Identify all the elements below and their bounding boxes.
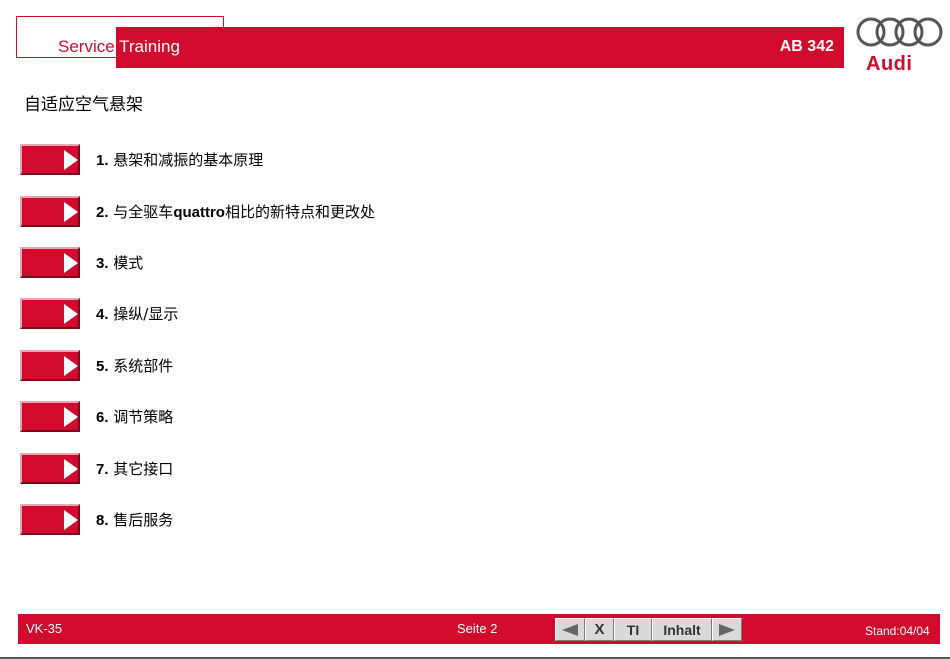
document-code: AB 342 — [779, 38, 834, 55]
menu-item-label[interactable]: 7. 其它接口 — [96, 459, 173, 480]
arrow-right-icon — [719, 623, 735, 636]
menu-item-text-suffix: 相比的新特点和更改处 — [224, 203, 375, 221]
play-arrow-icon — [64, 253, 78, 273]
menu-item-4[interactable]: 4. 操纵/显示 — [20, 298, 520, 330]
menu-item-text-bold: quattro — [173, 204, 225, 221]
menu-item-3[interactable]: 3. 模式 — [20, 247, 520, 279]
previous-button[interactable] — [555, 618, 585, 641]
menu-item-text: 与全驱车 — [113, 203, 174, 221]
menu-arrow-button[interactable] — [20, 298, 80, 329]
menu-item-label[interactable]: 8. 售后服务 — [96, 510, 173, 531]
slide-navigation: X TI Inhalt — [555, 618, 742, 641]
arrow-left-icon — [562, 623, 578, 636]
play-arrow-icon — [64, 202, 78, 222]
menu-item-number: 3. — [96, 255, 109, 272]
menu-item-number: 5. — [96, 358, 109, 375]
menu-arrow-button[interactable] — [20, 504, 80, 535]
audi-brand-text: Audi — [866, 53, 913, 75]
menu-item-number: 2. — [96, 204, 109, 221]
menu-item-number: 8. — [96, 512, 109, 529]
page-number: Seite 2 — [457, 621, 498, 636]
menu-item-6[interactable]: 6. 调节策略 — [20, 401, 520, 433]
menu-item-text: 系统部件 — [113, 357, 174, 375]
menu-arrow-button[interactable] — [20, 247, 80, 278]
menu-item-label[interactable]: 4. 操纵/显示 — [96, 304, 178, 325]
menu-item-text: 售后服务 — [113, 511, 174, 529]
menu-item-label[interactable]: 2. 与全驱车quattro相比的新特点和更改处 — [96, 202, 375, 223]
service-word: Service — [58, 37, 115, 56]
menu-arrow-button[interactable] — [20, 453, 80, 484]
menu-item-text: 调节策略 — [113, 408, 174, 426]
menu-item-number: 4. — [96, 306, 109, 323]
menu-item-text: 其它接口 — [113, 460, 174, 478]
menu-item-text: 悬架和减振的基本原理 — [113, 151, 264, 169]
header-bar — [116, 27, 844, 68]
menu-item-text: 操纵/显示 — [113, 305, 179, 323]
menu-item-7[interactable]: 7. 其它接口 — [20, 453, 520, 485]
ti-button[interactable]: TI — [614, 618, 652, 641]
page-title: 自适应空气悬架 — [24, 95, 143, 115]
status-date: Stand:04/04 — [865, 624, 930, 638]
menu-item-number: 7. — [96, 461, 109, 478]
close-button[interactable]: X — [585, 618, 614, 641]
menu-arrow-button[interactable] — [20, 144, 80, 175]
play-arrow-icon — [64, 407, 78, 427]
menu-item-1[interactable]: 1. 悬架和减振的基本原理 — [20, 144, 520, 176]
menu-item-label[interactable]: 3. 模式 — [96, 253, 143, 274]
menu-item-8[interactable]: 8. 售后服务 — [20, 504, 520, 536]
play-arrow-icon — [64, 459, 78, 479]
menu-arrow-button[interactable] — [20, 196, 80, 227]
menu-item-2[interactable]: 2. 与全驱车quattro相比的新特点和更改处 — [20, 196, 520, 228]
menu-item-text: 模式 — [113, 254, 144, 272]
service-training-title: Service Training — [58, 37, 180, 57]
menu-item-5[interactable]: 5. 系统部件 — [20, 350, 520, 382]
menu-arrow-button[interactable] — [20, 401, 80, 432]
next-button[interactable] — [712, 618, 742, 641]
training-word: Training — [119, 37, 180, 56]
play-arrow-icon — [64, 356, 78, 376]
menu-item-number: 6. — [96, 409, 109, 426]
menu-item-label[interactable]: 1. 悬架和减振的基本原理 — [96, 150, 263, 171]
menu-arrow-button[interactable] — [20, 350, 80, 381]
menu-item-label[interactable]: 6. 调节策略 — [96, 407, 173, 428]
footer-code: VK-35 — [26, 621, 63, 636]
menu-item-label[interactable]: 5. 系统部件 — [96, 356, 173, 377]
play-arrow-icon — [64, 150, 78, 170]
contents-button[interactable]: Inhalt — [652, 618, 712, 641]
play-arrow-icon — [64, 510, 78, 530]
menu-item-number: 1. — [96, 152, 109, 169]
play-arrow-icon — [64, 304, 78, 324]
